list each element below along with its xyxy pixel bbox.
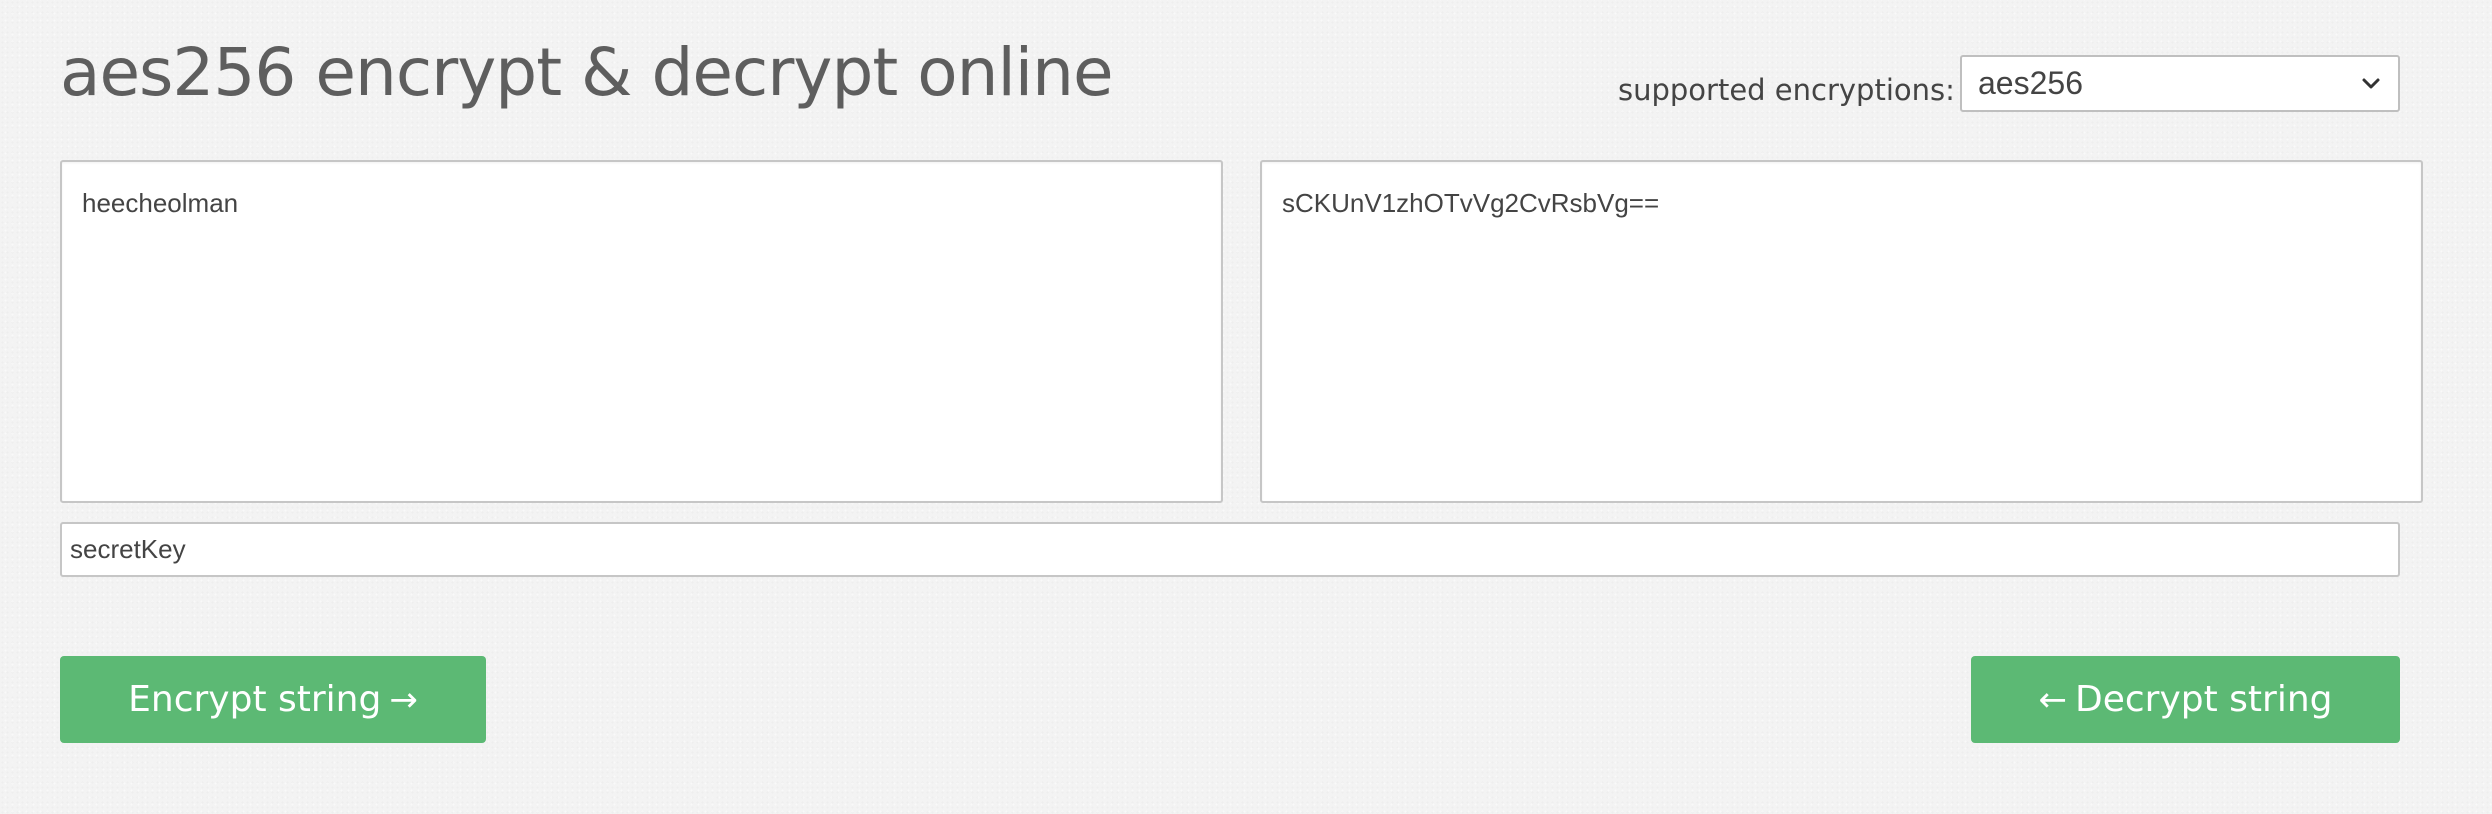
encryption-select-value: aes256 [1978,65,2083,101]
encrypt-button-label: Encrypt string [128,679,382,720]
encrypted-text-input[interactable]: sCKUnV1zhOTvVg2CvRsbVg== [1260,160,2423,503]
arrow-right-icon: → [389,679,418,720]
plain-text-value: heecheolman [82,188,239,218]
decrypt-button-label: Decrypt string [2074,679,2333,720]
encryption-select[interactable]: aes256 [1960,55,2400,112]
secret-key-value: secretKey [70,534,186,564]
supported-encryptions-label: supported encryptions: [1618,73,1955,107]
encrypted-text-value: sCKUnV1zhOTvVg2CvRsbVg== [1282,188,1660,218]
chevron-down-icon [2362,78,2380,88]
plain-text-input[interactable]: heecheolman [60,160,1223,503]
secret-key-input[interactable]: secretKey [60,522,2400,577]
encrypt-string-button[interactable]: Encrypt string → [60,656,486,743]
arrow-left-icon: ← [2038,679,2067,720]
page-title: aes256 encrypt & decrypt online [60,34,1114,111]
decrypt-string-button[interactable]: ← Decrypt string [1971,656,2400,743]
